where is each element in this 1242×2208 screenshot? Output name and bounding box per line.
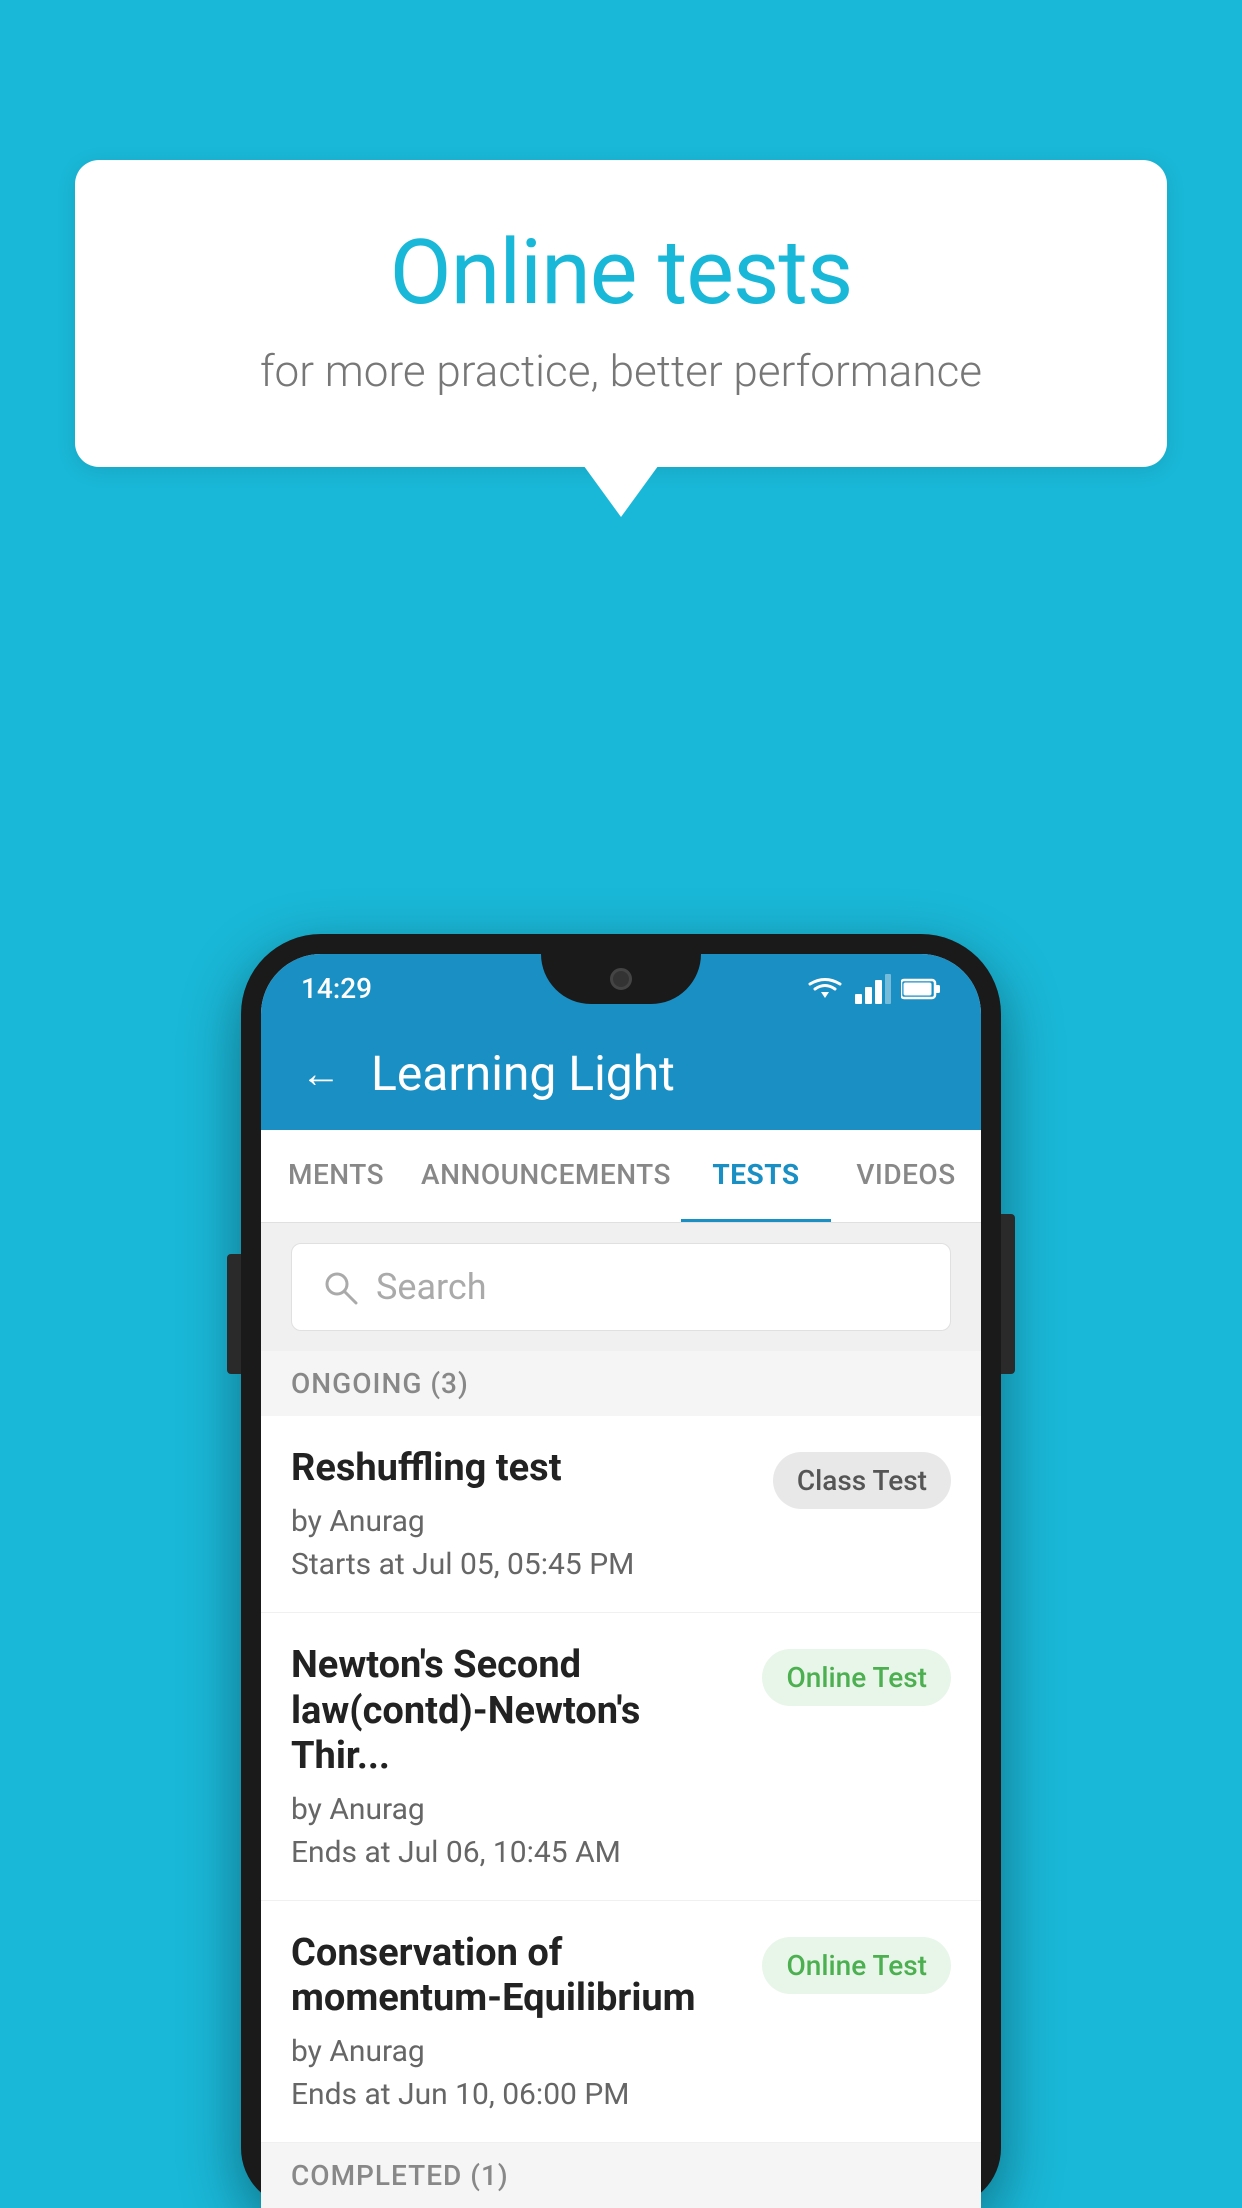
- test-author-3: by Anurag: [291, 2034, 742, 2069]
- app-bar-title: Learning Light: [371, 1045, 675, 1102]
- test-item[interactable]: Reshuffling test by Anurag Starts at Jul…: [261, 1416, 981, 1613]
- search-placeholder: Search: [376, 1266, 487, 1308]
- wifi-icon: [805, 974, 845, 1004]
- camera: [610, 968, 632, 990]
- test-author-2: by Anurag: [291, 1792, 742, 1827]
- test-badge-2: Online Test: [762, 1649, 951, 1706]
- test-info-1: Reshuffling test by Anurag Starts at Jul…: [291, 1446, 773, 1582]
- tab-tests[interactable]: TESTS: [681, 1130, 831, 1222]
- status-time: 14:29: [301, 972, 372, 1005]
- test-title-2: Newton's Second law(contd)-Newton's Thir…: [291, 1643, 742, 1780]
- test-info-2: Newton's Second law(contd)-Newton's Thir…: [291, 1643, 762, 1870]
- test-item[interactable]: Conservation of momentum-Equilibrium by …: [261, 1901, 981, 2143]
- completed-label: COMPLETED (1): [291, 2159, 509, 2192]
- test-time-3: Ends at Jun 10, 06:00 PM: [291, 2077, 742, 2112]
- ongoing-label: ONGOING (3): [291, 1367, 469, 1400]
- test-title-3: Conservation of momentum-Equilibrium: [291, 1931, 742, 2022]
- battery-icon: [901, 978, 941, 1000]
- test-item[interactable]: Newton's Second law(contd)-Newton's Thir…: [261, 1613, 981, 1901]
- tab-announcements[interactable]: ANNOUNCEMENTS: [411, 1130, 681, 1222]
- bubble-title: Online tests: [145, 220, 1097, 325]
- test-time-2: Ends at Jul 06, 10:45 AM: [291, 1835, 742, 1870]
- tab-videos[interactable]: VIDEOS: [831, 1130, 981, 1222]
- tabs: MENTS ANNOUNCEMENTS TESTS VIDEOS: [261, 1130, 981, 1223]
- phone-screen: 14:29: [261, 954, 981, 2208]
- test-title-1: Reshuffling test: [291, 1446, 753, 1492]
- speech-bubble: Online tests for more practice, better p…: [75, 160, 1167, 467]
- completed-section-header: COMPLETED (1): [261, 2143, 981, 2208]
- back-button[interactable]: ←: [301, 1050, 341, 1097]
- search-bar[interactable]: Search: [291, 1243, 951, 1331]
- test-author-1: by Anurag: [291, 1504, 753, 1539]
- ongoing-section-header: ONGOING (3): [261, 1351, 981, 1416]
- search-icon: [322, 1269, 358, 1305]
- bubble-subtitle: for more practice, better performance: [145, 345, 1097, 397]
- signal-icon: [855, 974, 891, 1004]
- notch: [541, 954, 701, 1004]
- phone-wrapper: 14:29: [241, 934, 1001, 2208]
- app-bar: ← Learning Light: [261, 1017, 981, 1130]
- test-time-1: Starts at Jul 05, 05:45 PM: [291, 1547, 753, 1582]
- phone-frame: 14:29: [241, 934, 1001, 2208]
- test-info-3: Conservation of momentum-Equilibrium by …: [291, 1931, 762, 2112]
- test-badge-3: Online Test: [762, 1937, 951, 1994]
- status-icons: [805, 974, 941, 1004]
- test-badge-1: Class Test: [773, 1452, 951, 1509]
- search-container: Search: [261, 1223, 981, 1351]
- tab-ments[interactable]: MENTS: [261, 1130, 411, 1222]
- test-list: Reshuffling test by Anurag Starts at Jul…: [261, 1416, 981, 2143]
